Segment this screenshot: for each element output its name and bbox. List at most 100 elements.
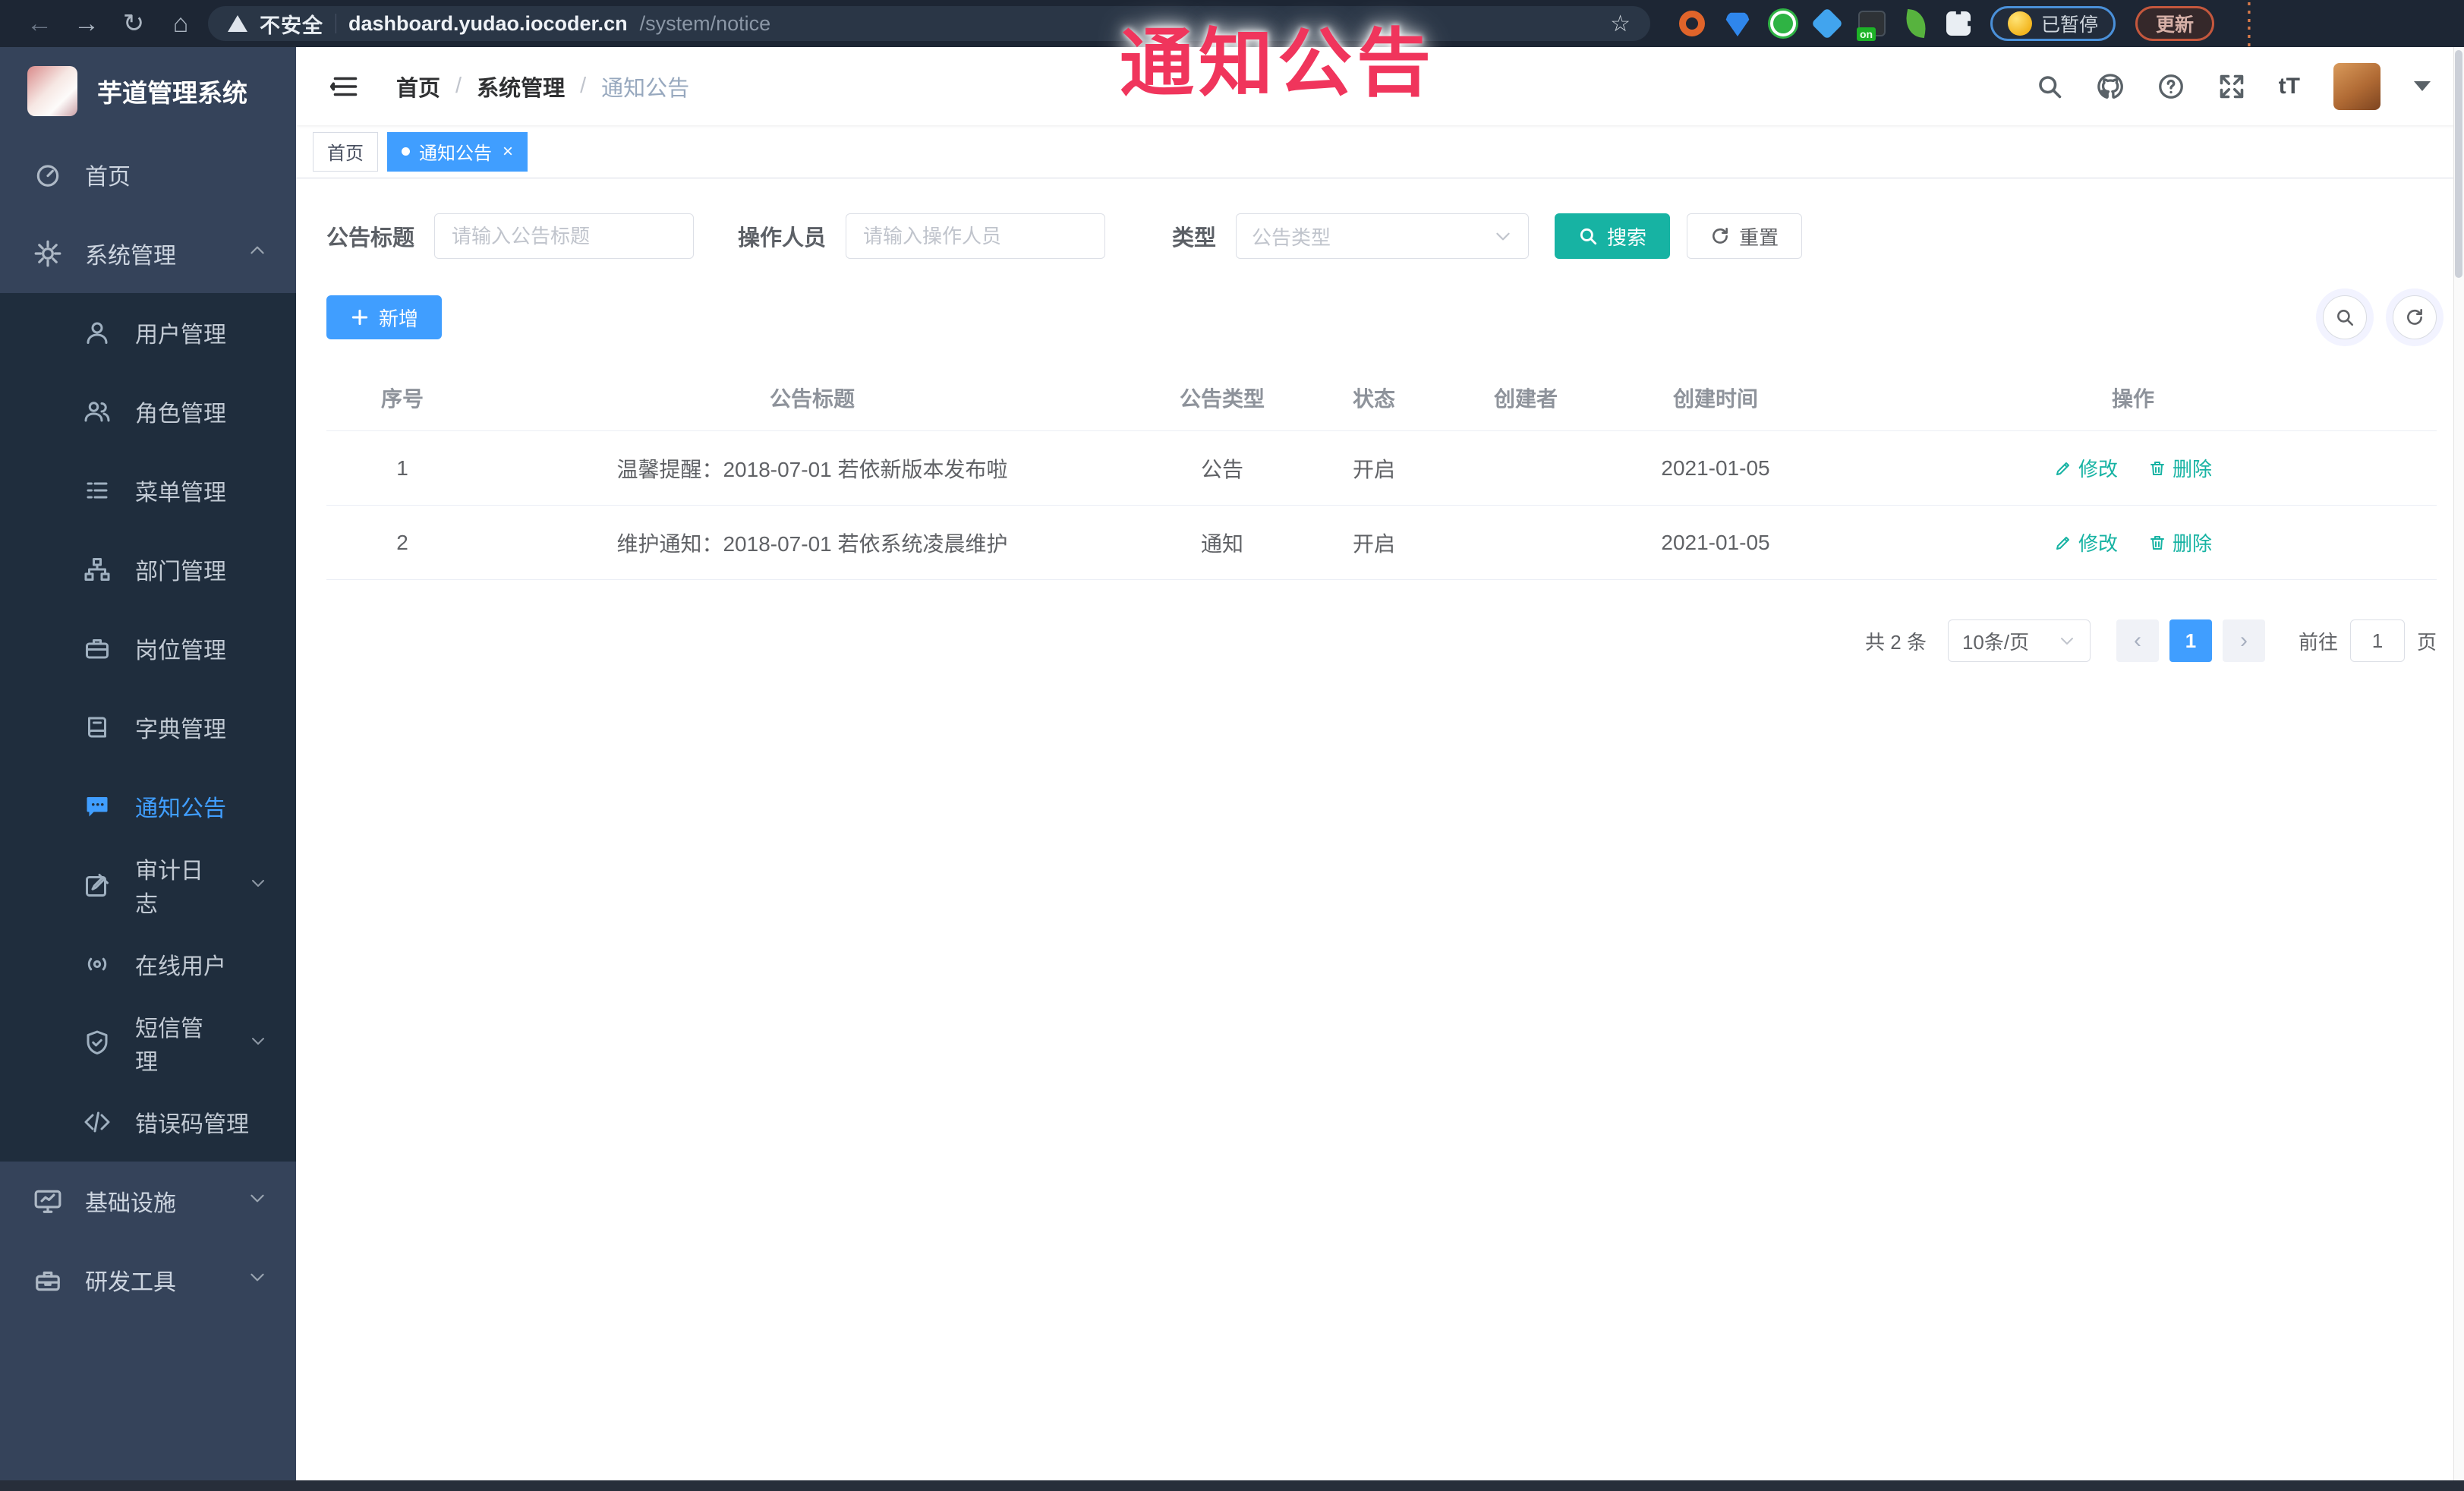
type-label: 类型	[1172, 226, 1217, 251]
breadcrumb-current: 通知公告	[601, 76, 690, 101]
tab-home[interactable]: 首页	[313, 131, 378, 172]
sidebar-item-menu-mgmt[interactable]: 菜单管理	[0, 451, 296, 530]
browser-chrome-bar: ← → ↻ ⌂ 不安全 dashboard.yudao.iocoder.cn /…	[0, 0, 2464, 48]
edit-link[interactable]: 修改	[2054, 528, 2118, 556]
delete-link[interactable]: 删除	[2148, 454, 2212, 482]
font-size-icon[interactable]: tT	[2279, 74, 2300, 99]
extension-green-icon[interactable]	[1770, 11, 1796, 36]
help-icon[interactable]	[2157, 73, 2185, 100]
tab-notice[interactable]: 通知公告 ×	[387, 131, 528, 172]
hamburger-icon[interactable]	[329, 73, 361, 100]
edit-square-icon	[83, 872, 111, 899]
col-header-type: 公告类型	[1179, 387, 1265, 411]
tab-close-icon[interactable]: ×	[503, 142, 513, 161]
add-button[interactable]: 新增	[326, 295, 443, 339]
breadcrumb: 首页 / 系统管理 / 通知公告	[396, 71, 689, 102]
extension-switch-icon[interactable]: on	[1857, 11, 1886, 41]
fullscreen-icon[interactable]	[2218, 73, 2245, 100]
reset-button-label: 重置	[1739, 225, 1779, 249]
current-page-button[interactable]: 1	[2169, 619, 2212, 662]
browser-menu-icon[interactable]: ⋮ ⋮	[2237, 0, 2261, 48]
browser-back-icon[interactable]: ←	[20, 9, 59, 39]
sidebar-item-dept-mgmt[interactable]: 部门管理	[0, 530, 296, 609]
breadcrumb-separator: /	[455, 74, 462, 98]
plus-icon	[350, 307, 370, 327]
chevron-down-icon	[249, 1030, 267, 1056]
filter-operator-group: 操作人员	[738, 213, 1106, 259]
sidebar-item-dict-mgmt[interactable]: 字典管理	[0, 688, 296, 767]
scrollbar-thumb[interactable]	[2455, 50, 2462, 278]
code-icon	[83, 1108, 111, 1136]
browser-forward-icon[interactable]: →	[67, 9, 106, 39]
next-page-button[interactable]: ›	[2222, 619, 2265, 662]
window-scrollbar[interactable]	[2453, 47, 2464, 1480]
extension-leaf-icon[interactable]	[1903, 8, 1929, 39]
trash-icon	[2148, 459, 2166, 478]
extension-orange-icon[interactable]	[1679, 11, 1705, 36]
sidebar-item-dev-tools[interactable]: 研发工具	[0, 1240, 296, 1319]
profile-paused-chip[interactable]: 已暂停	[1990, 6, 2116, 41]
browser-update-button[interactable]: 更新	[2135, 6, 2215, 41]
edit-link[interactable]: 修改	[2054, 454, 2118, 482]
bottom-edge-strip	[0, 1480, 2464, 1491]
sidebar-item-user-mgmt[interactable]: 用户管理	[0, 293, 296, 372]
goto-page-input[interactable]	[2349, 619, 2405, 662]
breadcrumb-home[interactable]: 首页	[396, 71, 440, 102]
users-icon	[83, 398, 111, 425]
sidebar-item-notice[interactable]: 通知公告	[0, 767, 296, 846]
type-select[interactable]: 公告类型	[1236, 213, 1530, 259]
extension-gem-icon[interactable]	[1810, 7, 1844, 40]
navbar-actions: tT	[2036, 62, 2431, 110]
sidebar-item-audit-log[interactable]: 审计日志	[0, 846, 296, 925]
goto-unit-label: 页	[2416, 630, 2437, 654]
search-button-label: 搜索	[1607, 225, 1647, 249]
trash-icon	[2148, 534, 2166, 552]
delete-link[interactable]: 删除	[2148, 528, 2212, 556]
search-icon[interactable]	[2036, 73, 2063, 100]
refresh-icon	[2405, 307, 2425, 327]
prev-page-button[interactable]: ‹	[2116, 619, 2159, 662]
extensions-puzzle-icon[interactable]	[1946, 11, 1971, 36]
page-size-select[interactable]: 10条/页	[1947, 619, 2091, 662]
operator-input[interactable]	[846, 213, 1106, 259]
message-icon	[83, 793, 111, 820]
tag-view-bar: 首页 通知公告 ×	[296, 125, 2464, 178]
sidebar-item-error-code[interactable]: 错误码管理	[0, 1083, 296, 1162]
dashboard-icon	[33, 160, 62, 189]
add-button-label: 新增	[379, 307, 419, 330]
user-avatar[interactable]	[2333, 62, 2381, 110]
chevron-down-icon	[249, 872, 267, 898]
security-warning-label[interactable]: 不安全	[260, 9, 323, 39]
active-tab-dot	[402, 147, 410, 156]
shield-check-icon	[83, 1029, 111, 1057]
sidebar-item-sms-mgmt[interactable]: 短信管理	[0, 1004, 296, 1083]
sidebar-item-online-users[interactable]: 在线用户	[0, 925, 296, 1004]
bookmark-star-icon[interactable]: ☆	[1610, 11, 1631, 37]
browser-reload-icon[interactable]: ↻	[114, 8, 153, 39]
cell-created: 2021-01-05	[1661, 530, 1770, 554]
refresh-table-button[interactable]	[2393, 295, 2437, 339]
cell-title: 维护通知：2018-07-01 若依系统凌晨维护	[616, 531, 1008, 556]
sidebar-item-role-mgmt[interactable]: 角色管理	[0, 372, 296, 451]
app-logo-row[interactable]: 芋道管理系统	[0, 47, 296, 135]
address-bar[interactable]: 不安全 dashboard.yudao.iocoder.cn /system/n…	[208, 6, 1650, 41]
sidebar-item-post-mgmt[interactable]: 岗位管理	[0, 609, 296, 688]
sidebar: 芋道管理系统 首页 系统管理 用户管理 角色管理 菜单管理 部门管理 岗位管理 …	[0, 47, 296, 1491]
reset-button[interactable]: 重置	[1687, 213, 1803, 259]
search-button[interactable]: 搜索	[1555, 213, 1671, 259]
sidebar-item-infrastructure[interactable]: 基础设施	[0, 1162, 296, 1240]
search-icon	[2335, 307, 2355, 327]
github-icon[interactable]	[2097, 73, 2124, 100]
breadcrumb-system[interactable]: 系统管理	[477, 71, 565, 102]
table-row: 1 温馨提醒：2018-07-01 若依新版本发布啦 公告 开启 2021-01…	[326, 431, 2437, 506]
cell-actions: 修改 删除	[1829, 506, 2437, 579]
avatar-caret-icon[interactable]	[2414, 81, 2431, 91]
sidebar-item-home[interactable]: 首页	[0, 135, 296, 214]
sidebar-item-label: 短信管理	[135, 1017, 203, 1075]
browser-home-icon[interactable]: ⌂	[161, 9, 200, 39]
extension-pin-icon[interactable]	[1725, 12, 1750, 36]
toggle-search-button[interactable]	[2323, 295, 2367, 339]
sidebar-item-system[interactable]: 系统管理	[0, 214, 296, 293]
title-input[interactable]	[434, 213, 695, 259]
extension-on-badge: on	[1857, 27, 1876, 41]
